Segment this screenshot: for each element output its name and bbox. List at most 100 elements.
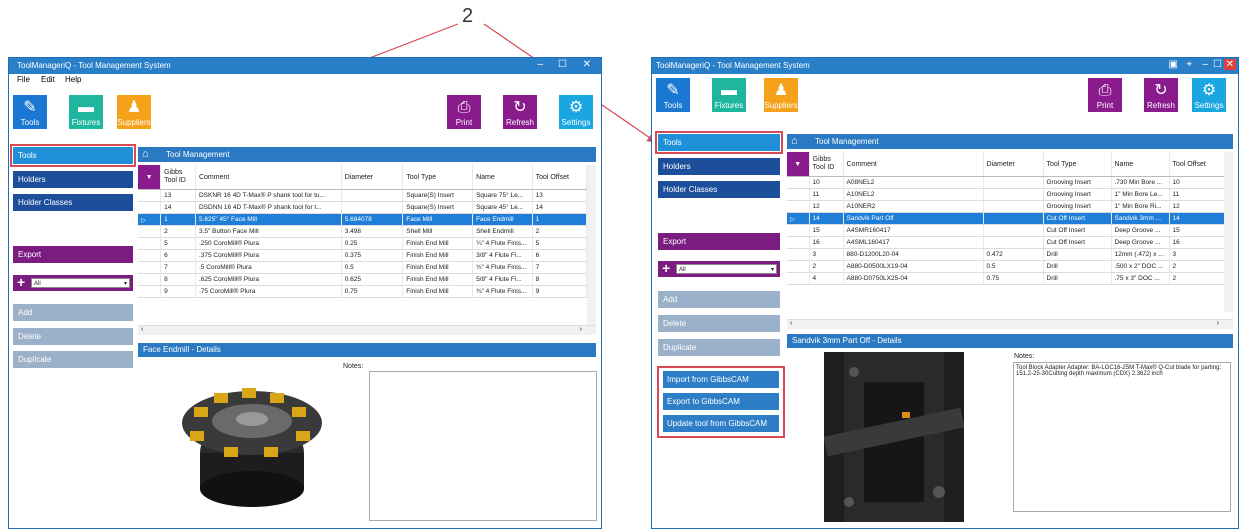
col-header[interactable]: Tool Type xyxy=(1043,152,1112,177)
maximize-icon[interactable]: ☐ xyxy=(558,59,567,70)
table-row[interactable]: 13 DSKNR 16 4D T-Max® P shank tool for tu… xyxy=(138,189,588,202)
col-header[interactable]: Gibbs Tool ID xyxy=(809,152,844,177)
row-indicator xyxy=(787,248,810,261)
row-indicator xyxy=(138,189,162,202)
export-button[interactable]: Export xyxy=(658,233,780,250)
toolbar-fixtures-button[interactable]: ▬ Fixtures xyxy=(712,78,746,112)
cell-diameter xyxy=(341,201,404,214)
table-row[interactable]: 11 A10NEL2 Grooving Insert 1" Min Bore Le..… xyxy=(787,188,1225,201)
cell-name: Square 75° Le... xyxy=(472,189,533,202)
menu-edit[interactable]: Edit xyxy=(41,75,55,84)
table-row[interactable]: 10 A08NEL2 Grooving Insert .730 Min Bore ..… xyxy=(787,176,1225,189)
add-button[interactable]: Add xyxy=(13,304,133,321)
toolbar-tools-button[interactable]: ✎ Tools xyxy=(13,95,47,129)
add-filter-icon[interactable]: + xyxy=(17,275,25,290)
window-icon[interactable]: ▣ xyxy=(1169,59,1178,70)
left-table-hscroll[interactable]: ‹ › xyxy=(138,325,596,335)
table-row[interactable]: 5.250 CoroMill® Plura 0.25 Finish End Mill… xyxy=(138,237,588,250)
update-gibbscam-button[interactable]: Update tool from GibbsCAM xyxy=(663,415,779,432)
table-row[interactable]: 4 A880-D0750LX25-04 0.75 Drill .75 x 3" DOC … xyxy=(787,272,1225,285)
menu-file[interactable]: File xyxy=(17,75,30,84)
col-header[interactable]: Tool Type xyxy=(402,165,474,190)
delete-button[interactable]: Delete xyxy=(658,315,780,332)
filter-select[interactable]: All ▾ xyxy=(31,278,130,288)
notes-textarea[interactable]: Tool Block Adapter Adapter: BA-LGC16-25M… xyxy=(1013,362,1231,512)
toolbar-refresh-button[interactable]: ↻ Refresh xyxy=(503,95,537,129)
table-row[interactable]: 7.5 CoroMill® Plura 0.5 Finish End Mill ½" … xyxy=(138,261,588,274)
row-indicator xyxy=(138,237,162,250)
close-icon[interactable]: ✕ xyxy=(1223,59,1236,70)
nav-tools[interactable]: Tools xyxy=(655,131,783,154)
home-icon[interactable]: ⌂ xyxy=(142,147,149,162)
scroll-right-icon[interactable]: › xyxy=(1217,320,1219,327)
table-row[interactable]: 14 DSDNN 16 4D T-Max® P shank tool for t.… xyxy=(138,201,588,214)
table-row[interactable]: 12 A10NER2 Grooving Insert 1" Min Bore Ri..… xyxy=(787,200,1225,213)
table-row[interactable]: 2 3.5" Button Face Mill 3.498 Shell Mill She… xyxy=(138,225,588,238)
col-header[interactable]: Comment xyxy=(195,165,342,190)
maximize-icon[interactable]: ☐ xyxy=(1213,59,1222,70)
right-table-hscroll[interactable]: ‹ › xyxy=(787,319,1233,329)
export-button[interactable]: Export xyxy=(13,246,133,263)
cell-name: .75 x 3" DOC ... xyxy=(1111,272,1170,285)
close-icon[interactable]: ✕ xyxy=(583,59,591,70)
nav-tools[interactable]: Tools xyxy=(10,144,136,167)
col-header[interactable]: Tool Offset xyxy=(532,165,588,190)
left-table-vscroll[interactable] xyxy=(587,165,596,325)
toolbar-suppliers-button[interactable]: ♟ Suppliers xyxy=(117,95,151,129)
export-gibbscam-button[interactable]: Export to GibbsCAM xyxy=(663,393,779,410)
table-row[interactable]: 16 A4SML160417 Cut Off Insert Deep Groove .… xyxy=(787,236,1225,249)
col-header[interactable]: Tool Offset xyxy=(1169,152,1225,177)
filter-funnel-icon[interactable]: ▼ xyxy=(138,165,162,190)
right-table-vscroll[interactable] xyxy=(1224,152,1233,312)
toolbar-print-button[interactable]: ⎙ Print xyxy=(447,95,481,129)
toolbar-print-button[interactable]: ⎙ Print xyxy=(1088,78,1122,112)
add-button[interactable]: Add xyxy=(658,291,780,308)
duplicate-button[interactable]: Duplicate xyxy=(658,339,780,356)
filter-select[interactable]: All ▾ xyxy=(676,264,777,274)
col-header[interactable]: Diameter xyxy=(983,152,1044,177)
cell-diameter xyxy=(983,200,1044,213)
home-icon[interactable]: ⌂ xyxy=(791,134,798,149)
toolbar-refresh-button[interactable]: ↻ Refresh xyxy=(1144,78,1178,112)
cell-tool-type: Square(S) Insert xyxy=(402,189,474,202)
table-row[interactable]: ▷ 14 Sandvik Part Off Cut Off Insert Sandvik… xyxy=(787,212,1225,225)
minimize-icon[interactable]: – xyxy=(537,59,543,70)
table-row[interactable]: 8.625 CoroMill® Plura 0.625 Finish End Mil… xyxy=(138,273,588,286)
cell-tool-id: 4 xyxy=(809,272,844,285)
scroll-right-icon[interactable]: › xyxy=(580,326,582,333)
col-header[interactable]: Comment xyxy=(843,152,984,177)
add-filter-icon[interactable]: + xyxy=(662,261,670,276)
toolbar-settings-button[interactable]: ⚙ Settings xyxy=(1192,78,1226,112)
duplicate-button[interactable]: Duplicate xyxy=(13,351,133,368)
nav-holder-classes[interactable]: Holder Classes xyxy=(13,194,133,211)
col-header[interactable]: Name xyxy=(1111,152,1170,177)
cell-comment: .75 CoroMill® Plura xyxy=(195,285,342,298)
col-header[interactable]: Name xyxy=(472,165,533,190)
table-row[interactable]: ▷ 1 5.625" 45° Face Mill 5.684078 Face Mill F… xyxy=(138,213,588,226)
col-header[interactable]: Gibbs Tool ID xyxy=(160,165,196,190)
col-header[interactable]: Diameter xyxy=(341,165,404,190)
toolbar-tools-button[interactable]: ✎ Tools xyxy=(656,78,690,112)
table-row[interactable]: 3 880-D1200L20-04 0.472 Drill 12mm (.472) x … xyxy=(787,248,1225,261)
cell-tool-id: 5 xyxy=(160,237,196,250)
table-row[interactable]: 2 A880-D0500LX19-04 0.5 Drill .500 x 2" DOC … xyxy=(787,260,1225,273)
nav-holders[interactable]: Holders xyxy=(658,158,780,175)
toolbar-settings-button[interactable]: ⚙ Settings xyxy=(559,95,593,129)
import-gibbscam-button[interactable]: Import from GibbsCAM xyxy=(663,371,779,388)
menu-help[interactable]: Help xyxy=(65,75,81,84)
minimize-icon[interactable]: – xyxy=(1202,59,1208,70)
table-row[interactable]: 9.75 CoroMill® Plura 0.75 Finish End Mill ¾… xyxy=(138,285,588,298)
scroll-left-icon[interactable]: ‹ xyxy=(141,326,143,333)
table-row[interactable]: 6.375 CoroMill® Plura 0.375 Finish End Mil… xyxy=(138,249,588,262)
supplier-icon: ♟ xyxy=(126,99,142,116)
notes-textarea[interactable] xyxy=(369,371,597,521)
filter-funnel-icon[interactable]: ▼ xyxy=(787,152,810,177)
pin-icon[interactable]: ⌖ xyxy=(1186,59,1192,70)
nav-holders[interactable]: Holders xyxy=(13,171,133,188)
toolbar-fixtures-button[interactable]: ▬ Fixtures xyxy=(69,95,103,129)
scroll-left-icon[interactable]: ‹ xyxy=(790,320,792,327)
toolbar-suppliers-button[interactable]: ♟ Suppliers xyxy=(764,78,798,112)
nav-holder-classes[interactable]: Holder Classes xyxy=(658,181,780,198)
table-row[interactable]: 15 A4SMR160417 Cut Off Insert Deep Groove .… xyxy=(787,224,1225,237)
delete-button[interactable]: Delete xyxy=(13,328,133,345)
